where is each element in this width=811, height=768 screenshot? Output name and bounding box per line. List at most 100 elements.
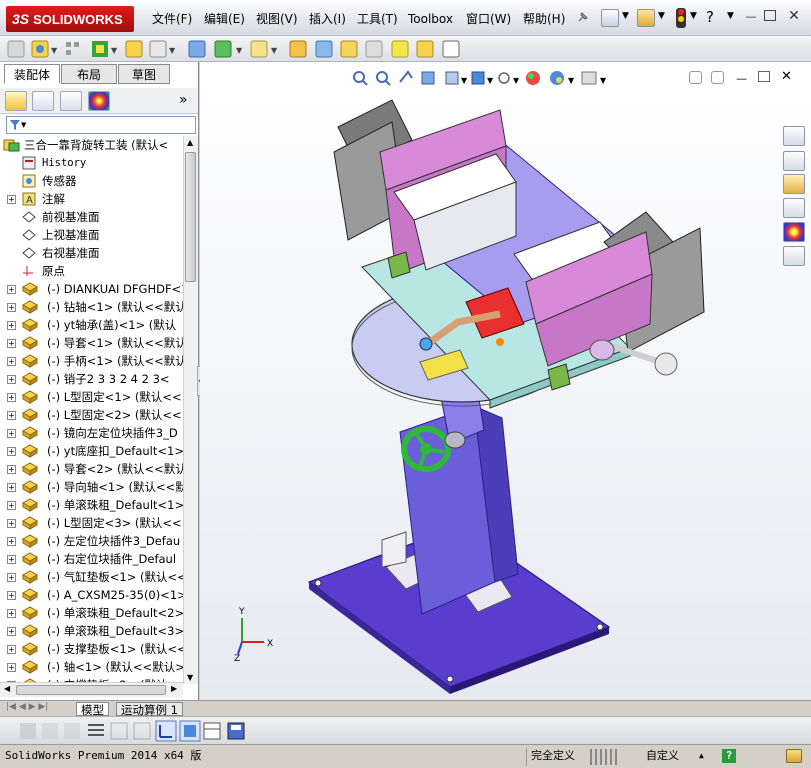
expand-icon[interactable]: +	[7, 447, 16, 456]
expand-icon[interactable]: +	[7, 375, 16, 384]
units-arrow-icon[interactable]: ▲	[699, 745, 704, 767]
menu-tools[interactable]: 工具(T)	[357, 11, 398, 27]
brand-name: SOLIDWORKS	[33, 12, 123, 27]
scroll-down-icon[interactable]: ▼	[187, 673, 193, 682]
expand-icon[interactable]: +	[7, 429, 16, 438]
tab-assembly[interactable]: 装配体	[4, 64, 60, 84]
scroll-right-icon[interactable]: ▶	[171, 684, 177, 693]
rebuild-dropdown-icon[interactable]: ▼	[690, 11, 697, 21]
tab-model[interactable]: 模型	[76, 702, 109, 717]
configuration-manager-icon[interactable]	[60, 91, 82, 111]
menu-help[interactable]: 帮助(H)	[523, 11, 565, 27]
view-palette-icon[interactable]	[783, 198, 805, 218]
expand-icon[interactable]: +	[7, 609, 16, 618]
design-library-icon[interactable]	[783, 151, 805, 171]
rebuild-traffic-light-icon[interactable]	[676, 8, 686, 28]
expand-icon[interactable]: +	[7, 285, 16, 294]
menu-edit[interactable]: 编辑(E)	[204, 11, 245, 27]
help-dropdown-icon[interactable]: ▼	[727, 11, 734, 21]
expand-icon[interactable]: +	[7, 555, 16, 564]
expand-panel-icon[interactable]: »	[179, 92, 188, 108]
appearances-icon[interactable]	[783, 222, 805, 242]
file-explorer-icon[interactable]	[783, 174, 805, 194]
menu-file[interactable]: 文件(F)	[152, 11, 192, 27]
tree-scroll-thumb[interactable]	[185, 152, 196, 282]
tree-horizontal-scrollbar[interactable]: ◀ ▶	[0, 682, 183, 697]
manager-tabs: »	[0, 88, 198, 114]
svg-text:▼: ▼	[236, 46, 243, 55]
part-icon	[21, 570, 39, 584]
expand-icon[interactable]: +	[7, 519, 16, 528]
tree-item-label: (-) DIANKUAI DFGHDF<1>	[47, 282, 183, 296]
quick-tips-icon[interactable]: ?	[722, 749, 736, 763]
feature-manager-icon[interactable]	[5, 91, 27, 111]
status-grip	[590, 749, 620, 765]
open-dropdown-icon[interactable]: ▼	[658, 11, 665, 21]
assembly-model[interactable]	[200, 62, 811, 700]
expand-icon[interactable]: +	[7, 645, 16, 654]
expand-icon[interactable]: +	[7, 663, 16, 672]
expand-icon[interactable]: +	[7, 537, 16, 546]
tab-motion-study[interactable]: 运动算例 1	[116, 702, 183, 717]
display-manager-icon[interactable]	[88, 91, 110, 111]
expand-icon[interactable]: +	[7, 339, 16, 348]
units-selector[interactable]: 自定义	[646, 745, 679, 767]
tree-filter-input[interactable]: ▼	[6, 116, 196, 134]
expand-icon[interactable]: +	[7, 195, 16, 204]
new-document-icon[interactable]	[601, 9, 619, 27]
mate-icon	[31, 40, 49, 58]
notes-icon[interactable]	[786, 749, 802, 763]
menu-view[interactable]: 视图(V)	[256, 11, 298, 27]
home-icon[interactable]	[783, 126, 805, 146]
expand-icon[interactable]: +	[7, 573, 16, 582]
part-icon	[21, 462, 39, 476]
scroll-up-icon[interactable]: ▲	[187, 138, 193, 147]
tree-item-label: (-) 导套<2> (默认<<默认	[47, 462, 183, 476]
expand-icon[interactable]: +	[7, 411, 16, 420]
expand-icon[interactable]: +	[7, 357, 16, 366]
expand-icon[interactable]: +	[7, 393, 16, 402]
property-manager-icon[interactable]	[32, 91, 54, 111]
tab-layout[interactable]: 布局	[61, 64, 117, 84]
tab-sketch[interactable]: 草图	[118, 64, 170, 84]
part-icon	[21, 354, 39, 368]
custom-properties-icon[interactable]	[783, 246, 805, 266]
expand-icon[interactable]: +	[7, 321, 16, 330]
solidworks-logo[interactable]: 3S SOLIDWORKS	[6, 6, 134, 32]
side-handle-knob	[654, 352, 678, 376]
restore-window-icon[interactable]	[764, 10, 776, 21]
bottom-toolbar-icons[interactable]	[0, 717, 260, 745]
open-folder-icon[interactable]	[637, 9, 655, 27]
toolbar-icons[interactable]: ▼ ▼ ▼ ▼ ▼	[0, 36, 470, 62]
horizontal-scroll-thumb[interactable]	[16, 685, 166, 695]
scroll-left-icon[interactable]: ◀	[4, 684, 10, 693]
graphics-area[interactable]: ▼ ▼ ▼ ▼ ▼ — ✕ Y X Z	[200, 62, 811, 700]
help-question-icon[interactable]: ?	[706, 8, 714, 26]
part-icon	[21, 624, 39, 638]
menu-toolbox[interactable]: Toolbox	[408, 11, 453, 27]
handwheel-shaft	[444, 431, 466, 449]
new-dropdown-icon[interactable]: ▼	[622, 11, 629, 21]
menu-insert[interactable]: 插入(I)	[309, 11, 346, 27]
menu-window[interactable]: 窗口(W)	[466, 11, 511, 27]
expand-icon[interactable]: +	[7, 483, 16, 492]
tree-item-label: (-) 支撑垫板<1> (默认<<	[47, 642, 183, 656]
tree-item-label: (-) 镜向左定位块插件3_D	[47, 426, 178, 440]
expand-icon[interactable]: +	[7, 501, 16, 510]
tab-nav-first-icon[interactable]: |◀ ◀ ▶ ▶|	[6, 702, 48, 712]
tree-item-label: (-) 轴<1> (默认<<默认>_	[47, 660, 183, 674]
expand-icon[interactable]: +	[7, 627, 16, 636]
minimize-window-icon[interactable]: —	[743, 10, 759, 24]
close-window-icon[interactable]: ✕	[786, 9, 802, 23]
tree-item-label: (-) 销子2 3 3 2 4 2 3<	[47, 372, 170, 386]
expand-icon[interactable]: +	[7, 303, 16, 312]
move-component-icon	[125, 40, 143, 58]
expand-icon[interactable]: +	[7, 465, 16, 474]
tree-item-label: (-) 手柄<1> (默认<<默认	[47, 354, 183, 368]
version-text: SolidWorks Premium 2014 x64 版	[5, 749, 202, 762]
expand-icon[interactable]: +	[7, 591, 16, 600]
isometric-view-icon	[179, 720, 201, 742]
tab-motion-study-label: 运动算例 1	[121, 703, 178, 717]
pushpin-icon[interactable]	[576, 10, 590, 24]
part-icon	[21, 534, 39, 548]
